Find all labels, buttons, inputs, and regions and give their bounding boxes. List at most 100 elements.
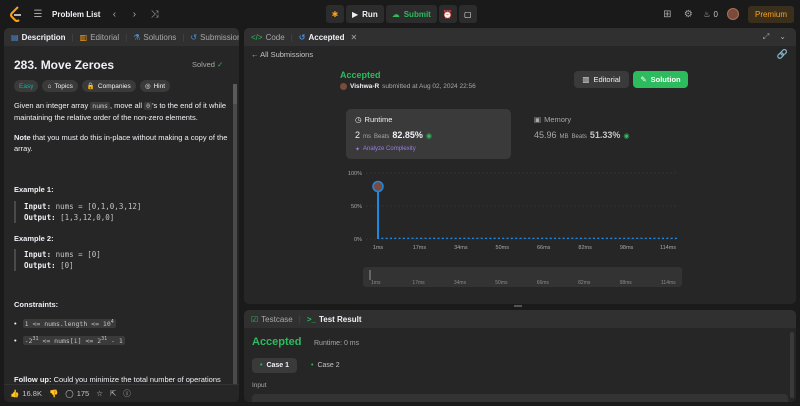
chart-bar bbox=[623, 237, 626, 239]
chart-bar bbox=[666, 237, 669, 239]
chart-bar bbox=[420, 237, 423, 239]
y-tick-label: 0% bbox=[354, 237, 362, 243]
editorial-button[interactable]: ▥ Editorial bbox=[574, 71, 629, 88]
sparkle-icon: ✦ bbox=[355, 147, 361, 153]
constraint-1: • 1 <= nums.length <= 104 bbox=[14, 319, 116, 329]
close-icon[interactable]: ✕ bbox=[351, 33, 358, 42]
example1-title: Example 1: bbox=[14, 185, 54, 194]
case-1-tab[interactable]: • Case 1 bbox=[252, 358, 298, 373]
chart-bar bbox=[541, 237, 544, 239]
test-scrollbar[interactable] bbox=[790, 332, 794, 398]
notes-button[interactable]: ▢ bbox=[458, 5, 477, 23]
submit-button[interactable]: ☁ Submit bbox=[385, 5, 437, 23]
solution-button[interactable]: ✎ Solution bbox=[633, 71, 688, 88]
chart-bar bbox=[493, 237, 496, 239]
example2-box: Input: nums = [0] Output: [0] bbox=[14, 249, 101, 271]
prev-problem-icon[interactable]: ‹ bbox=[108, 9, 120, 20]
chart-bar bbox=[653, 237, 656, 239]
share-icon[interactable]: ⇱ bbox=[110, 389, 116, 398]
companies-chip[interactable]: 🔒 Companies bbox=[81, 80, 136, 92]
chart-bar bbox=[579, 237, 582, 239]
chart-bar bbox=[558, 237, 561, 239]
like-button[interactable]: 👍 16.8K bbox=[10, 389, 42, 398]
chart-bar bbox=[463, 237, 466, 239]
tab-test-result[interactable]: >_ Test Result bbox=[307, 315, 362, 324]
chevron-down-icon[interactable]: ⌄ bbox=[779, 32, 786, 42]
resize-handle[interactable] bbox=[514, 305, 522, 307]
x-tick-label: 114ms bbox=[660, 245, 676, 251]
chart-bar bbox=[588, 237, 591, 239]
panel-window-controls: ⤢ ⌄ bbox=[763, 32, 786, 42]
problem-description: Given an integer array nums, move all 0 '… bbox=[14, 101, 227, 122]
link-icon[interactable]: 🔗 bbox=[777, 49, 788, 60]
all-submissions-link[interactable]: ← All Submissions bbox=[251, 50, 313, 59]
range-tick-label: 114ms bbox=[661, 280, 676, 286]
solved-badge: Solved ✓ bbox=[192, 60, 224, 69]
range-slider[interactable]: 1ms 17ms 34ms 50ms 66ms 82ms 98ms 114ms bbox=[363, 267, 682, 287]
streak-counter[interactable]: ♨ 0 bbox=[703, 10, 718, 19]
chart-bar bbox=[519, 237, 522, 239]
chart-bar bbox=[532, 237, 535, 239]
chart-bar bbox=[394, 237, 397, 239]
chart-bar bbox=[407, 237, 410, 239]
debug-button[interactable]: ✱ bbox=[326, 5, 344, 23]
tag-icon: ⌂ bbox=[47, 82, 52, 90]
timer-button[interactable]: ⏰ bbox=[438, 5, 457, 23]
chart-bar bbox=[472, 237, 475, 239]
bug-icon: ✱ bbox=[331, 9, 339, 19]
tab-accepted[interactable]: ↺ Accepted ✕ bbox=[299, 33, 357, 42]
case-2-tab[interactable]: • Case 2 bbox=[303, 358, 348, 373]
history-icon: ↺ bbox=[190, 32, 198, 42]
hint-chip[interactable]: ◎ Hint bbox=[139, 80, 171, 92]
comment-icon: ◯ bbox=[65, 389, 74, 398]
chart-bar bbox=[415, 237, 418, 239]
x-tick-label: 1ms bbox=[373, 245, 384, 251]
avatar[interactable] bbox=[726, 8, 739, 20]
problem-list-icon[interactable]: ☰ bbox=[32, 9, 44, 20]
analyze-complexity-link[interactable]: ✦ Analyze Complexity bbox=[355, 146, 416, 153]
tab-editorial[interactable]: ▥ Editorial bbox=[80, 33, 119, 42]
help-icon[interactable]: ⓘ bbox=[123, 388, 131, 399]
chart-bar bbox=[618, 237, 621, 239]
fire-icon: ♨ bbox=[703, 9, 711, 19]
test-tabs: ☑ Testcase | >_ Test Result bbox=[244, 310, 796, 328]
tab-description[interactable]: ▤ Description bbox=[11, 33, 66, 42]
problem-title[interactable]: 283. Move Zeroes bbox=[14, 58, 114, 72]
username[interactable]: Vishwa-R bbox=[350, 83, 379, 90]
maximize-icon[interactable]: ⤢ bbox=[763, 32, 769, 42]
tab-solutions[interactable]: ⚗ Solutions bbox=[133, 33, 176, 42]
memory-card[interactable]: ▣ Memory 45.96 MB Beats 51.33% ◉ bbox=[525, 109, 685, 159]
comments-button[interactable]: ◯ 175 bbox=[65, 389, 89, 398]
x-tick-label: 98ms bbox=[620, 245, 634, 251]
dislike-icon[interactable]: 👎 bbox=[49, 389, 58, 398]
runtime-card[interactable]: ◷ Runtime 2 ms Beats 82.85% ◉ ✦ Analyze Com… bbox=[346, 109, 511, 159]
leetcode-logo-icon[interactable] bbox=[9, 6, 23, 22]
chart-bar bbox=[489, 237, 492, 239]
star-icon[interactable]: ☆ bbox=[96, 389, 103, 398]
book-icon: ▥ bbox=[79, 32, 88, 42]
tab-testcase[interactable]: ☑ Testcase bbox=[251, 315, 293, 324]
memory-value: 45.96 MB Beats 51.33% ◉ bbox=[534, 130, 630, 140]
shuffle-icon[interactable]: ⤨ bbox=[148, 9, 160, 20]
range-tick-label: 34ms bbox=[454, 280, 467, 286]
topics-chip[interactable]: ⌂ Topics bbox=[42, 80, 78, 92]
difficulty-chip[interactable]: Easy bbox=[14, 80, 39, 92]
runtime-distribution-chart[interactable]: 100% 50% 0% 1ms 17ms 34ms 50ms 66ms 82ms 98ms 114m… bbox=[340, 165, 684, 257]
description-scrollbar[interactable] bbox=[233, 84, 237, 401]
chart-bar bbox=[584, 237, 587, 239]
chart-bar bbox=[567, 237, 570, 239]
range-tick-label: 50ms bbox=[495, 280, 508, 286]
chart-bar bbox=[441, 237, 444, 239]
tab-code[interactable]: </> Code bbox=[251, 33, 285, 42]
chart-bar bbox=[377, 189, 379, 239]
beats-badge-icon: ◉ bbox=[425, 133, 432, 140]
layout-grid-icon[interactable]: ⊞ bbox=[661, 9, 673, 20]
flask-icon: ⚗ bbox=[133, 32, 141, 42]
problem-list-link[interactable]: Problem List bbox=[52, 10, 100, 19]
chart-bar bbox=[597, 237, 600, 239]
tab-submissions[interactable]: ↺Submissions bbox=[190, 33, 239, 42]
premium-button[interactable]: Premium bbox=[747, 5, 794, 23]
gear-icon[interactable]: ⚙ bbox=[682, 9, 694, 20]
run-button[interactable]: ▶ Run bbox=[346, 5, 384, 23]
next-problem-icon[interactable]: › bbox=[128, 9, 140, 20]
